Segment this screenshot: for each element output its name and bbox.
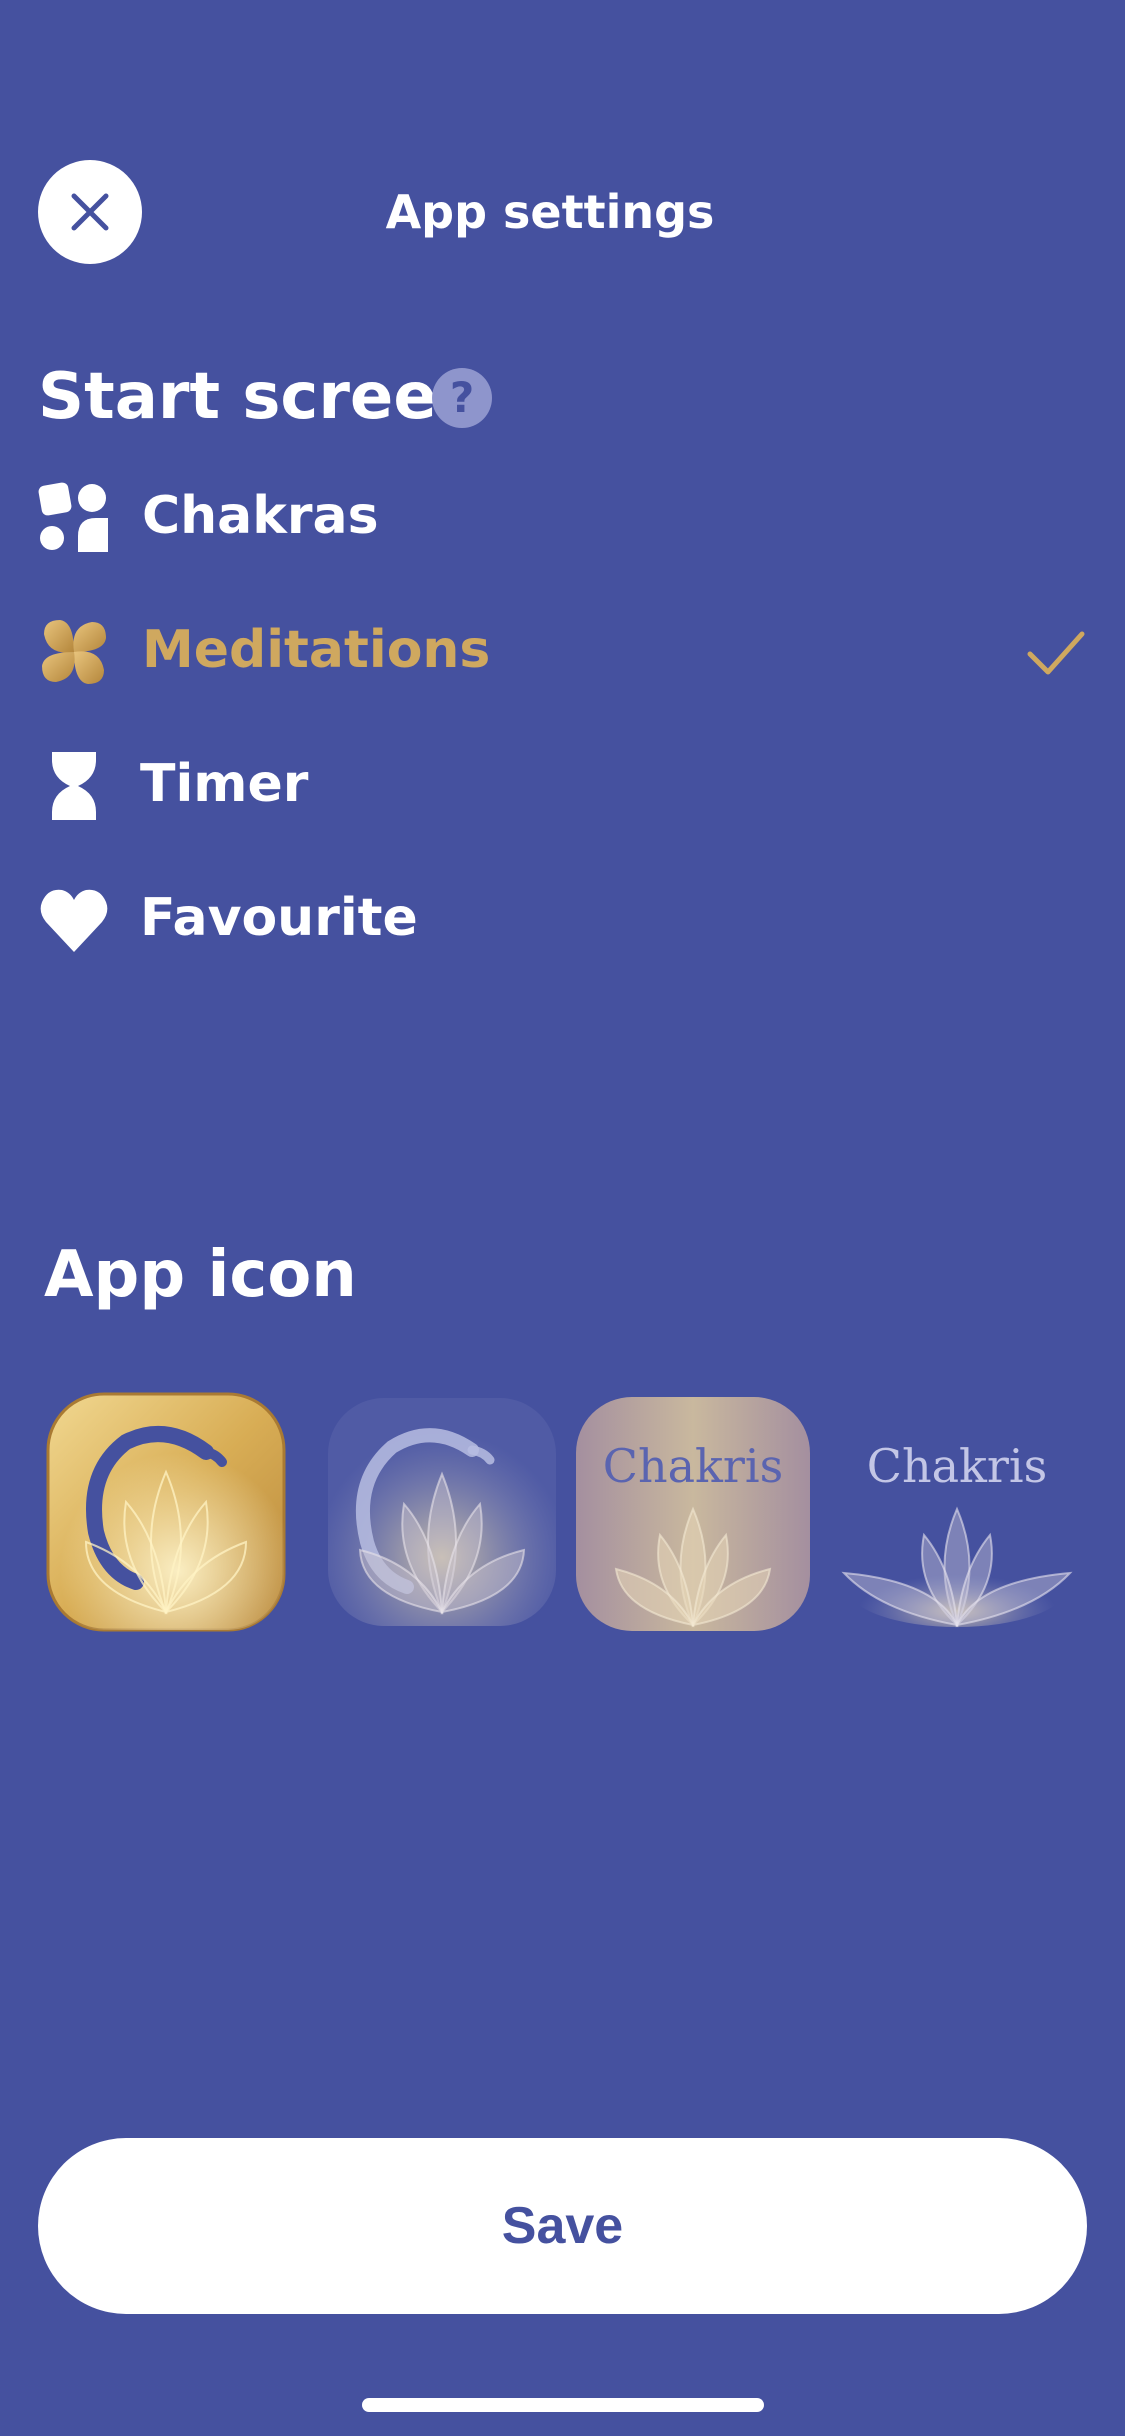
- save-button[interactable]: Save: [38, 2138, 1087, 2314]
- help-icon[interactable]: ?: [432, 368, 492, 428]
- start-option-favourite[interactable]: Favourite: [0, 864, 1125, 974]
- meditations-icon: [42, 620, 106, 684]
- app-icon-gold-lotus[interactable]: [46, 1392, 286, 1632]
- checkmark-icon: [1027, 631, 1085, 675]
- lotus-tile-graphic: [576, 1397, 810, 1631]
- chakras-icon: [38, 482, 108, 552]
- option-label: Chakras: [142, 486, 379, 546]
- option-label: Favourite: [140, 888, 418, 948]
- start-option-meditations[interactable]: Meditations: [0, 596, 1125, 706]
- hourglass-icon: [52, 752, 96, 820]
- chakris-plain-label: Chakris: [866, 1439, 1048, 1493]
- app-icon-chakris-plain[interactable]: Chakris: [840, 1397, 1074, 1631]
- app-icon-chakris-tile[interactable]: Chakris: [576, 1397, 810, 1631]
- lotus-plain-graphic: [841, 1506, 1073, 1628]
- page-title: App settings: [385, 185, 715, 239]
- app-icon-silver-lotus[interactable]: [322, 1392, 562, 1632]
- chakris-tile-label: Chakris: [602, 1439, 784, 1493]
- start-option-chakras[interactable]: Chakras: [0, 462, 1125, 572]
- home-indicator[interactable]: [362, 2398, 764, 2412]
- start-screen-heading: Start screen: [38, 360, 483, 434]
- heart-icon: [40, 889, 108, 952]
- app-icon-heading: App icon: [44, 1238, 357, 1312]
- option-label: Meditations: [142, 620, 491, 680]
- start-option-timer[interactable]: Timer: [0, 730, 1125, 840]
- option-label: Timer: [140, 754, 309, 814]
